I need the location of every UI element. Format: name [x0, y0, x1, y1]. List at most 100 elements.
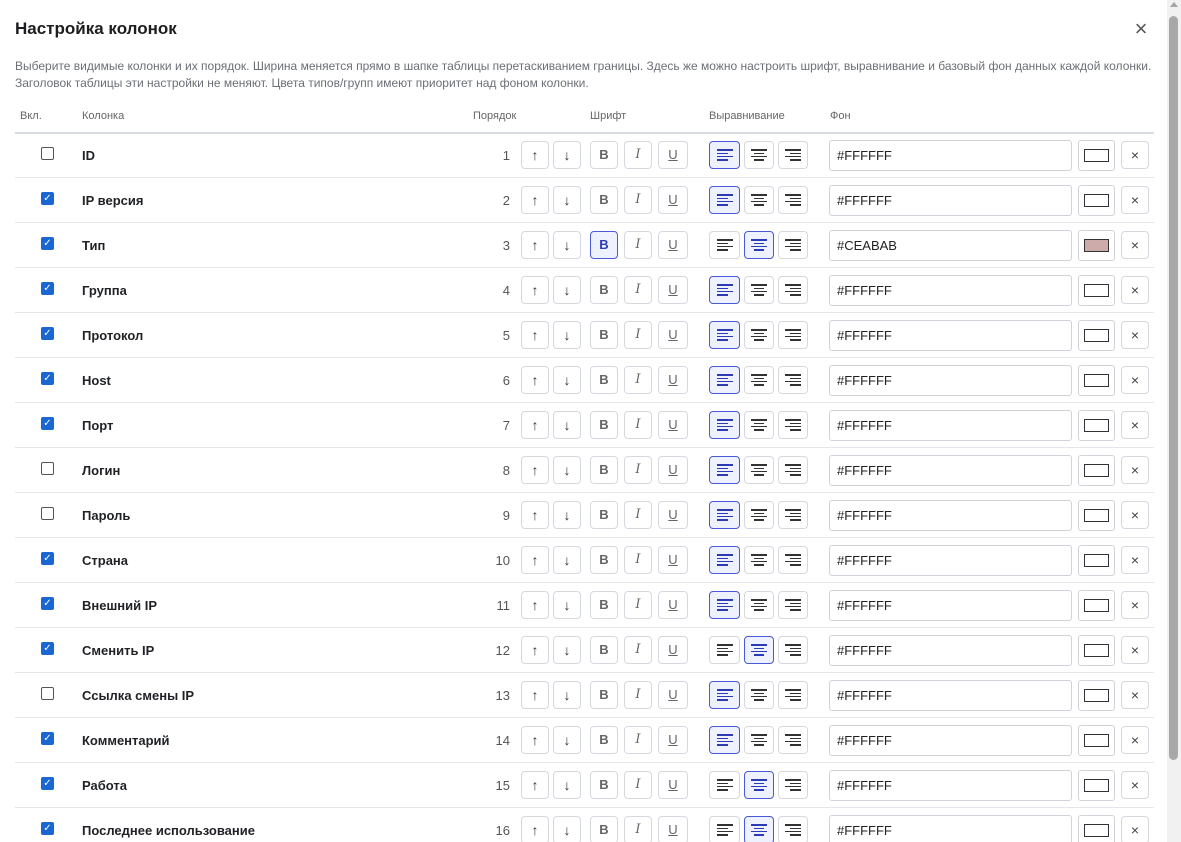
- move-down-button[interactable]: ↓: [553, 456, 581, 484]
- bg-color-input[interactable]: #FFFFFF: [829, 680, 1072, 711]
- enabled-checkbox[interactable]: ✓: [41, 327, 54, 340]
- clear-bg-button[interactable]: ×: [1121, 411, 1149, 439]
- italic-button[interactable]: I: [624, 456, 652, 484]
- color-picker[interactable]: [1078, 680, 1115, 711]
- enabled-checkbox[interactable]: ✓: [41, 372, 54, 385]
- move-up-button[interactable]: ↑: [521, 726, 549, 754]
- move-up-button[interactable]: ↑: [521, 321, 549, 349]
- bold-button[interactable]: B: [590, 276, 618, 304]
- align-right-button[interactable]: [778, 681, 808, 709]
- underline-button[interactable]: U: [658, 276, 688, 304]
- align-left-button[interactable]: [709, 366, 740, 394]
- align-right-button[interactable]: [778, 411, 808, 439]
- move-up-button[interactable]: ↑: [521, 141, 549, 169]
- color-picker[interactable]: [1078, 815, 1115, 842]
- align-center-button[interactable]: [744, 636, 774, 664]
- align-right-button[interactable]: [778, 546, 808, 574]
- bg-color-input[interactable]: #FFFFFF: [829, 275, 1072, 306]
- align-right-button[interactable]: [778, 726, 808, 754]
- align-center-button[interactable]: [744, 546, 774, 574]
- bg-color-input[interactable]: #FFFFFF: [829, 185, 1072, 216]
- color-picker[interactable]: [1078, 545, 1115, 576]
- bold-button[interactable]: B: [590, 591, 618, 619]
- move-down-button[interactable]: ↓: [553, 636, 581, 664]
- align-right-button[interactable]: [778, 501, 808, 529]
- clear-bg-button[interactable]: ×: [1121, 591, 1149, 619]
- color-picker[interactable]: [1078, 140, 1115, 171]
- italic-button[interactable]: I: [624, 366, 652, 394]
- clear-bg-button[interactable]: ×: [1121, 456, 1149, 484]
- clear-bg-button[interactable]: ×: [1121, 726, 1149, 754]
- move-up-button[interactable]: ↑: [521, 276, 549, 304]
- bold-button[interactable]: B: [590, 771, 618, 799]
- move-up-button[interactable]: ↑: [521, 366, 549, 394]
- bold-button[interactable]: B: [590, 411, 618, 439]
- italic-button[interactable]: I: [624, 411, 652, 439]
- align-center-button[interactable]: [744, 186, 774, 214]
- italic-button[interactable]: I: [624, 321, 652, 349]
- align-left-button[interactable]: [709, 546, 740, 574]
- color-picker[interactable]: [1078, 185, 1115, 216]
- color-picker[interactable]: [1078, 455, 1115, 486]
- bg-color-input[interactable]: #FFFFFF: [829, 500, 1072, 531]
- color-picker[interactable]: [1078, 725, 1115, 756]
- align-center-button[interactable]: [744, 276, 774, 304]
- align-left-button[interactable]: [709, 231, 740, 259]
- bold-button[interactable]: B: [590, 321, 618, 349]
- bg-color-input[interactable]: #CEABAB: [829, 230, 1072, 261]
- enabled-checkbox[interactable]: [41, 147, 54, 160]
- bold-button[interactable]: B: [590, 636, 618, 664]
- italic-button[interactable]: I: [624, 546, 652, 574]
- underline-button[interactable]: U: [658, 771, 688, 799]
- move-down-button[interactable]: ↓: [553, 321, 581, 349]
- align-center-button[interactable]: [744, 456, 774, 484]
- clear-bg-button[interactable]: ×: [1121, 321, 1149, 349]
- italic-button[interactable]: I: [624, 591, 652, 619]
- align-left-button[interactable]: [709, 501, 740, 529]
- align-center-button[interactable]: [744, 681, 774, 709]
- italic-button[interactable]: I: [624, 186, 652, 214]
- bg-color-input[interactable]: #FFFFFF: [829, 725, 1072, 756]
- color-picker[interactable]: [1078, 365, 1115, 396]
- bg-color-input[interactable]: #FFFFFF: [829, 770, 1072, 801]
- enabled-checkbox[interactable]: ✓: [41, 822, 54, 835]
- underline-button[interactable]: U: [658, 681, 688, 709]
- underline-button[interactable]: U: [658, 591, 688, 619]
- underline-button[interactable]: U: [658, 141, 688, 169]
- move-up-button[interactable]: ↑: [521, 456, 549, 484]
- enabled-checkbox[interactable]: ✓: [41, 552, 54, 565]
- align-left-button[interactable]: [709, 681, 740, 709]
- color-picker[interactable]: [1078, 230, 1115, 261]
- align-center-button[interactable]: [744, 141, 774, 169]
- move-down-button[interactable]: ↓: [553, 186, 581, 214]
- underline-button[interactable]: U: [658, 726, 688, 754]
- clear-bg-button[interactable]: ×: [1121, 276, 1149, 304]
- clear-bg-button[interactable]: ×: [1121, 501, 1149, 529]
- color-picker[interactable]: [1078, 590, 1115, 621]
- align-left-button[interactable]: [709, 321, 740, 349]
- bold-button[interactable]: B: [590, 546, 618, 574]
- align-center-button[interactable]: [744, 591, 774, 619]
- enabled-checkbox[interactable]: ✓: [41, 597, 54, 610]
- bg-color-input[interactable]: #FFFFFF: [829, 815, 1072, 842]
- move-down-button[interactable]: ↓: [553, 771, 581, 799]
- enabled-checkbox[interactable]: ✓: [41, 642, 54, 655]
- enabled-checkbox[interactable]: ✓: [41, 777, 54, 790]
- move-down-button[interactable]: ↓: [553, 231, 581, 259]
- align-right-button[interactable]: [778, 771, 808, 799]
- underline-button[interactable]: U: [658, 546, 688, 574]
- move-down-button[interactable]: ↓: [553, 591, 581, 619]
- italic-button[interactable]: I: [624, 231, 652, 259]
- clear-bg-button[interactable]: ×: [1121, 771, 1149, 799]
- move-down-button[interactable]: ↓: [553, 546, 581, 574]
- align-left-button[interactable]: [709, 141, 740, 169]
- align-right-button[interactable]: [778, 186, 808, 214]
- bold-button[interactable]: B: [590, 186, 618, 214]
- move-up-button[interactable]: ↑: [521, 186, 549, 214]
- scrollbar[interactable]: [1167, 0, 1181, 842]
- italic-button[interactable]: I: [624, 771, 652, 799]
- align-left-button[interactable]: [709, 276, 740, 304]
- clear-bg-button[interactable]: ×: [1121, 816, 1149, 842]
- underline-button[interactable]: U: [658, 366, 688, 394]
- enabled-checkbox[interactable]: [41, 507, 54, 520]
